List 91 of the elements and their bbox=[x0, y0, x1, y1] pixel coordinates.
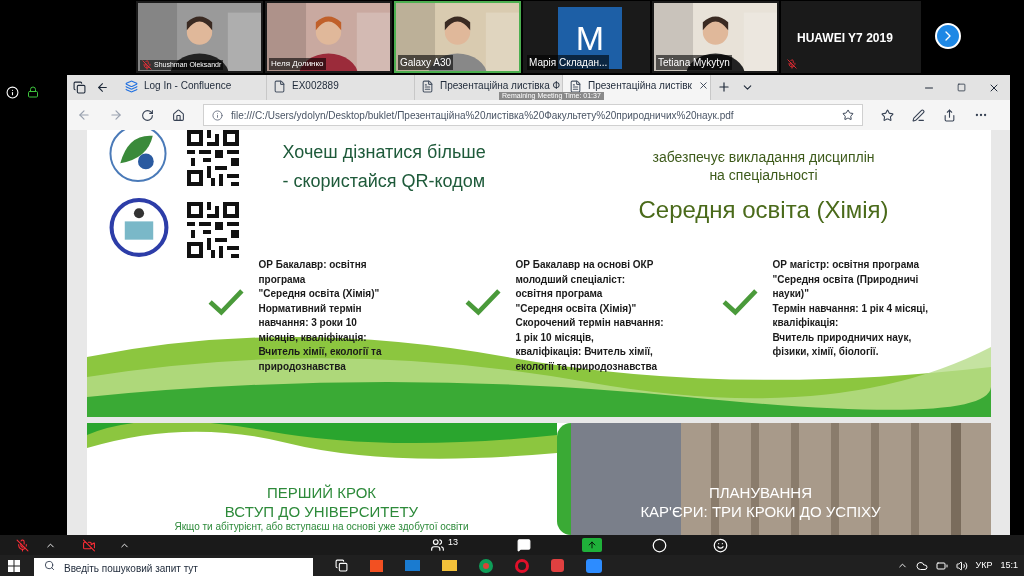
program-text: "Середня освіта (Хімія)" bbox=[258, 287, 381, 301]
tab-title: Презентаційна листівк bbox=[588, 80, 692, 92]
section-heading: КАР'ЄРИ: ТРИ КРОКИ ДО УСПІХУ bbox=[640, 502, 881, 521]
checkmark-icon bbox=[206, 288, 245, 316]
taskbar-search-field[interactable]: Введіть пошуковий запит тут bbox=[34, 558, 313, 576]
program-text: Вчитель природничих наук, bbox=[772, 330, 913, 345]
program-text: Термін навчання: 1 рік 4 місяці, bbox=[772, 301, 930, 316]
close-icon[interactable] bbox=[698, 80, 709, 91]
program-text: науки)" bbox=[772, 287, 810, 301]
store-icon[interactable] bbox=[370, 559, 383, 572]
participants-icon bbox=[430, 538, 445, 552]
search-icon bbox=[44, 560, 55, 571]
participant-name: HUAWEI Y7 2019 bbox=[797, 30, 893, 47]
participants-button[interactable]: 13 bbox=[430, 538, 458, 552]
pen-icon[interactable] bbox=[912, 108, 925, 122]
language-indicator[interactable]: УКР bbox=[975, 558, 993, 573]
section-intro: Якщо ти абітурієнт, або вступаєш на основі уже здобутої освіти bbox=[174, 521, 469, 533]
mic-off-icon bbox=[16, 538, 29, 552]
refresh-icon[interactable] bbox=[141, 108, 154, 122]
favorites-icon[interactable] bbox=[881, 108, 894, 122]
program-text: "Середня освіта (Хімія)" bbox=[515, 301, 638, 316]
participant-name: Tetiana Mykytyn bbox=[658, 56, 730, 70]
participant-tile[interactable]: M Марія Складан... bbox=[523, 1, 650, 73]
mute-button[interactable] bbox=[16, 538, 29, 552]
program-text: ОР магістр: освітня програма bbox=[772, 258, 921, 272]
program-text: навчання: 3 роки 10 bbox=[258, 316, 358, 330]
program-text: природознавства bbox=[258, 359, 347, 374]
tab-title: EX002889 bbox=[292, 80, 339, 92]
subtitle-line: на спеціальності bbox=[709, 166, 818, 184]
opera-icon[interactable] bbox=[515, 558, 529, 573]
video-button[interactable] bbox=[81, 538, 97, 552]
pdf-icon bbox=[421, 80, 434, 93]
program-text: Вчитель хімії, екології та bbox=[258, 345, 383, 359]
pdf-icon bbox=[569, 80, 582, 93]
share-screen-button[interactable] bbox=[582, 538, 602, 552]
chrome-icon[interactable] bbox=[479, 558, 493, 573]
program-text: кваліфікація: bbox=[772, 316, 840, 330]
participant-count: 13 bbox=[448, 538, 458, 547]
url-text: file:///C:/Users/ydolyn/Desktop/buklet/Презентаційна%20листівка%20Факультету%20природничих%20наук.pdf bbox=[231, 108, 734, 123]
section-heading: ВСТУП ДО УНІВЕРСИТЕТУ bbox=[224, 502, 419, 521]
tab-actions-icon[interactable] bbox=[73, 81, 86, 94]
tab-title: Log In - Confluence bbox=[144, 80, 232, 92]
participant-name: Galaxy A30 bbox=[400, 56, 452, 70]
restore-icon[interactable] bbox=[957, 83, 966, 92]
participant-tile[interactable]: HUAWEI Y7 2019 bbox=[781, 1, 921, 73]
chat-icon[interactable] bbox=[516, 538, 532, 552]
program-text: освітня програма bbox=[515, 287, 604, 301]
participant-name: Неля Долинко bbox=[271, 58, 324, 70]
app-icon[interactable] bbox=[551, 559, 564, 572]
qr-code bbox=[186, 202, 239, 258]
participant-tile[interactable]: Неля Долинко bbox=[265, 1, 392, 73]
windows-icon[interactable] bbox=[8, 559, 20, 572]
section-heading: ПЛАНУВАННЯ bbox=[709, 483, 812, 502]
program-text: "Середня освіта (Природничі bbox=[772, 272, 920, 287]
program-text: ОР Бакалавр: освітня bbox=[258, 258, 368, 272]
zoom-app-icon[interactable] bbox=[586, 558, 602, 573]
program-text: Скорочений термін навчання: bbox=[515, 316, 665, 330]
subtitle-line: забезпечує викладання дисциплін bbox=[652, 148, 875, 166]
reactions-icon[interactable] bbox=[713, 537, 728, 553]
qr-invitation: Хочеш дізнатися більше - скористайся QR-кодом bbox=[282, 141, 487, 193]
checkmark-icon bbox=[720, 288, 759, 316]
battery-icon[interactable] bbox=[935, 559, 948, 572]
program-text: ОР Бакалавр на основі ОКР bbox=[515, 258, 655, 272]
program-text: Нормативний термін bbox=[258, 301, 363, 316]
record-icon[interactable] bbox=[652, 537, 667, 553]
arrow-up-icon bbox=[587, 540, 597, 550]
new-tab-icon[interactable] bbox=[717, 80, 731, 94]
program-text: фізики, хімії, біології. bbox=[772, 345, 880, 359]
participant-tile[interactable]: Tetiana Mykytyn bbox=[652, 1, 779, 73]
program-text: 1 рік 10 місяців, bbox=[515, 330, 595, 345]
section-heading: ПЕРШИЙ КРОК bbox=[266, 483, 377, 502]
specialty-title: Середня освіта (Хімія) bbox=[638, 195, 889, 225]
tab-title: Презентаційна листівка Ф bbox=[440, 80, 561, 92]
participant-name: Марія Складан... bbox=[529, 56, 608, 70]
program-text: програма bbox=[258, 272, 307, 287]
lock-icon bbox=[27, 86, 39, 98]
video-off-icon bbox=[81, 538, 97, 552]
participant-tile[interactable]: Galaxy A30 bbox=[394, 1, 521, 73]
page-icon bbox=[273, 80, 286, 93]
checkmark-icon bbox=[463, 288, 502, 316]
share-icon[interactable] bbox=[943, 108, 956, 122]
address-bar[interactable]: file:///C:/Users/ydolyn/Desktop/buklet/Презентаційна%20листівка%20Факультету%20природничих%20наук.pdf bbox=[203, 104, 863, 126]
cloud-icon[interactable] bbox=[915, 559, 928, 572]
program-text: молодший спеціаліст: bbox=[515, 272, 627, 287]
star-icon[interactable] bbox=[842, 109, 854, 121]
next-page-button[interactable] bbox=[935, 23, 961, 49]
task-view-icon[interactable] bbox=[335, 559, 348, 572]
program-text: кваліфікація: Вчитель хімії, bbox=[515, 345, 654, 359]
clock[interactable]: 15:1 bbox=[1000, 558, 1018, 573]
home-icon[interactable] bbox=[172, 108, 185, 122]
volume-icon[interactable] bbox=[955, 559, 968, 572]
